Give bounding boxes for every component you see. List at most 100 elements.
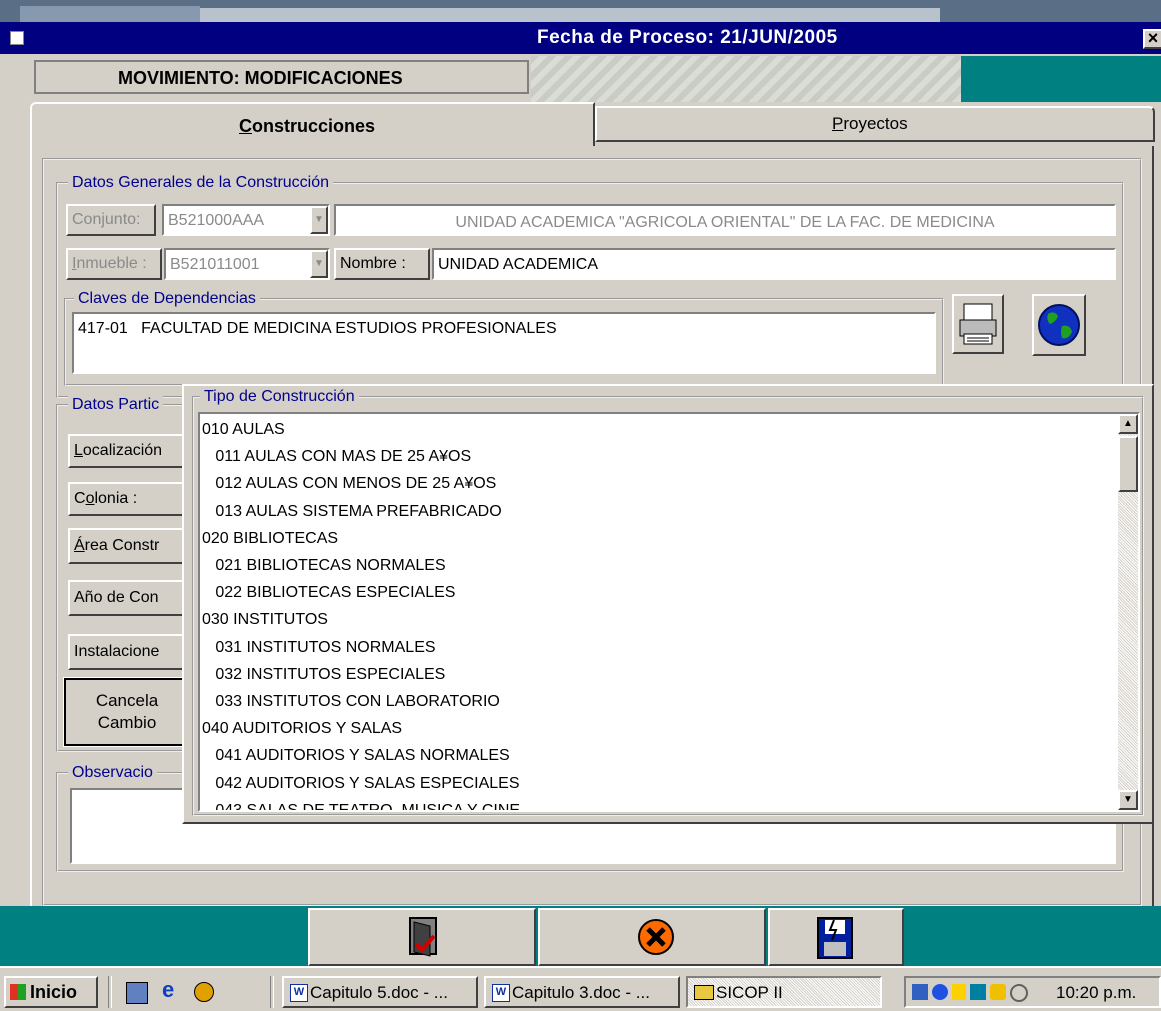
observaciones-legend: Observacio: [68, 764, 157, 782]
teal-band-top: [961, 56, 1161, 102]
printer-button[interactable]: [952, 294, 1004, 354]
claves-item[interactable]: 417-01 FACULTAD DE MEDICINA ESTUDIOS PRO…: [78, 320, 557, 338]
task-sicop-label: SICOP II: [716, 983, 783, 1002]
conjunto-dropdown-arrow[interactable]: ▼: [310, 206, 328, 234]
network-icon[interactable]: [912, 984, 928, 1000]
cancel-button[interactable]: [538, 908, 766, 966]
tipo-construccion-item[interactable]: 033 INSTITUTOS CON LABORATORIO: [202, 688, 520, 715]
save-button[interactable]: [768, 908, 904, 966]
clock-icon[interactable]: [1010, 984, 1028, 1002]
tipo-construccion-legend: Tipo de Construcción: [200, 388, 359, 406]
datos-generales-legend: Datos Generales de la Construcción: [68, 174, 334, 192]
conjunto-select[interactable]: B521000AAA ▼: [162, 204, 330, 236]
inmueble-dropdown-arrow[interactable]: ▼: [310, 250, 328, 278]
claves-legend: Claves de Dependencias: [74, 290, 260, 308]
conjunto-description-text: UNIDAD ACADEMICA "AGRICOLA ORIENTAL" DE …: [455, 214, 995, 231]
decorative-banner: [531, 56, 961, 102]
nombre-input[interactable]: UNIDAD ACADEMICA: [432, 248, 1116, 280]
cancel-x-icon: [638, 919, 674, 955]
printer-icon: [959, 303, 997, 345]
tipo-construccion-item[interactable]: 032 INSTITUTOS ESPECIALES: [202, 661, 520, 688]
door-exit-icon: [409, 917, 437, 957]
tipo-construccion-item[interactable]: 010 AULAS: [202, 416, 520, 443]
area-label: Área Constr: [68, 528, 198, 564]
anio-label: Año de Con: [68, 580, 198, 616]
vertical-scrollbar[interactable]: ▲ ▼: [1118, 414, 1138, 810]
tipo-construccion-item[interactable]: 040 AUDITORIOS Y SALAS: [202, 715, 520, 742]
folder-icon: [694, 985, 714, 1000]
exit-button[interactable]: [308, 908, 536, 966]
monitor-icon[interactable]: [932, 984, 948, 1000]
title-bar: Fecha de Proceso: 21/JUN/2005 ×: [0, 22, 1161, 54]
tab-construcciones[interactable]: Construcciones: [30, 102, 595, 148]
system-tray: 10:20 p.m.: [904, 976, 1161, 1008]
shield-icon[interactable]: [990, 984, 1006, 1000]
cancela-label: Cancela: [95, 691, 159, 710]
cancela-cambio-button[interactable]: Cancela Cambio: [63, 677, 191, 747]
tipo-construccion-item[interactable]: 041 AUDITORIOS Y SALAS NORMALES: [202, 742, 520, 769]
scroll-thumb[interactable]: [1118, 436, 1138, 492]
word-doc-icon: W: [290, 984, 308, 1002]
tipo-construccion-list[interactable]: 010 AULAS 011 AULAS CON MAS DE 25 A¥OS 0…: [198, 412, 1140, 812]
instalaciones-label: Instalacione: [68, 634, 198, 670]
app-icon: [10, 31, 24, 45]
quick-launch-divider: [108, 976, 112, 1008]
task-capitulo5-label: Capitulo 5.doc - ...: [310, 983, 448, 1002]
windows-logo-icon: [10, 984, 26, 1000]
colonia-label: Colonia :: [68, 482, 198, 516]
taskbar: Inicio e W Capitulo 5.doc - ... W Capitu…: [0, 966, 1161, 1011]
conjunto-description: UNIDAD ACADEMICA "AGRICOLA ORIENTAL" DE …: [334, 204, 1116, 236]
tipo-construccion-item[interactable]: 042 AUDITORIOS Y SALAS ESPECIALES: [202, 770, 520, 797]
inmueble-value: B521011001: [170, 256, 260, 273]
task-capitulo3-label: Capitulo 3.doc - ...: [512, 983, 650, 1002]
tipo-construccion-item[interactable]: 013 AULAS SISTEMA PREFABRICADO: [202, 498, 520, 525]
taskbar-divider: [270, 976, 274, 1008]
nombre-label: Nombre :: [334, 248, 430, 280]
globe-button[interactable]: [1032, 294, 1086, 356]
cambio-label: Cambio: [97, 713, 157, 732]
volume-icon[interactable]: [952, 984, 966, 1000]
task-capitulo3[interactable]: W Capitulo 3.doc - ...: [484, 976, 680, 1008]
conjunto-value: B521000AAA: [168, 212, 265, 229]
tipo-construccion-popup: Tipo de Construcción 010 AULAS 011 AULAS…: [182, 384, 1154, 824]
localizacion-label: Localización: [68, 434, 198, 468]
tipo-construccion-item[interactable]: 011 AULAS CON MAS DE 25 A¥OS: [202, 443, 520, 470]
claves-list[interactable]: 417-01 FACULTAD DE MEDICINA ESTUDIOS PRO…: [72, 312, 936, 374]
tab-construcciones-label: Construcciones: [239, 116, 376, 136]
tipo-construccion-item[interactable]: 022 BIBLIOTECAS ESPECIALES: [202, 579, 520, 606]
inmueble-label: Inmueble :: [66, 248, 162, 280]
computer-icon[interactable]: [970, 984, 986, 1000]
window-title: Fecha de Proceso: 21/JUN/2005: [537, 27, 838, 48]
scroll-down-button[interactable]: ▼: [1118, 790, 1138, 810]
tipo-construccion-items: 010 AULAS 011 AULAS CON MAS DE 25 A¥OS 0…: [202, 416, 520, 810]
tab-proyectos[interactable]: Proyectos: [595, 106, 1155, 142]
bottom-toolbar: [0, 906, 1161, 966]
tab-proyectos-label: Proyectos: [832, 114, 908, 133]
tipo-construccion-item[interactable]: 021 BIBLIOTECAS NORMALES: [202, 552, 520, 579]
close-button[interactable]: ×: [1143, 29, 1161, 49]
task-capitulo5[interactable]: W Capitulo 5.doc - ...: [282, 976, 478, 1008]
scroll-up-button[interactable]: ▲: [1118, 414, 1138, 434]
tipo-construccion-item[interactable]: 030 INSTITUTOS: [202, 606, 520, 633]
header-band: MOVIMIENTO: MODIFICACIONES: [0, 54, 1161, 102]
tipo-construccion-item[interactable]: 020 BIBLIOTECAS: [202, 525, 520, 552]
clock: 10:20 p.m.: [1056, 983, 1137, 1002]
quick-launch-ie-icon[interactable]: e: [162, 979, 184, 1002]
tipo-construccion-item[interactable]: 031 INSTITUTOS NORMALES: [202, 634, 520, 661]
quick-launch-media-icon[interactable]: [194, 982, 214, 1002]
tipo-construccion-item[interactable]: 012 AULAS CON MENOS DE 25 A¥OS: [202, 470, 520, 497]
floppy-save-icon: [817, 917, 853, 959]
quick-launch-desktop-icon[interactable]: [126, 982, 148, 1004]
start-button[interactable]: Inicio: [4, 976, 98, 1008]
start-label: Inicio: [30, 982, 78, 1002]
tipo-construccion-item[interactable]: 043 SALAS DE TEATRO, MUSICA Y CINE: [202, 797, 520, 810]
task-sicop[interactable]: SICOP II: [686, 976, 882, 1008]
movimiento-panel: MOVIMIENTO: MODIFICACIONES: [34, 60, 529, 94]
conjunto-label: Conjunto:: [66, 204, 156, 236]
word-doc-icon: W: [492, 984, 510, 1002]
inmueble-select[interactable]: B521011001 ▼: [164, 248, 330, 280]
globe-icon: [1038, 304, 1080, 346]
movimiento-label: MOVIMIENTO: MODIFICACIONES: [118, 68, 403, 88]
datos-particulares-legend: Datos Partic: [68, 396, 164, 414]
nombre-value: UNIDAD ACADEMICA: [438, 256, 599, 273]
